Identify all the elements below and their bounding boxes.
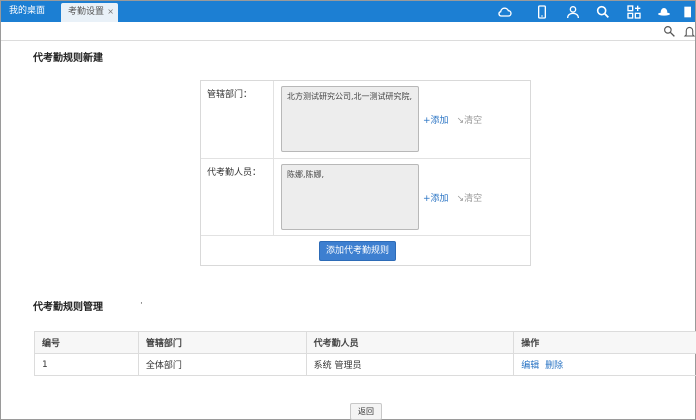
table-header-row: 编号 管辖部门 代考勤人员 操作 [34, 331, 696, 354]
person-label: 代考勤人员： [201, 159, 274, 235]
search-icon[interactable] [594, 3, 612, 20]
add-rule-button[interactable]: 添加代考勤规则 [319, 241, 396, 261]
cell-actions: 编辑 删除 [513, 353, 696, 376]
clear-icon: ↘ [456, 116, 465, 126]
back-button[interactable]: 返回 [350, 403, 382, 420]
bell-icon[interactable] [683, 25, 696, 38]
mobile-icon[interactable] [533, 3, 551, 20]
dept-add-link[interactable]: +添加 [423, 113, 449, 126]
dept-label: 管辖部门： [201, 81, 274, 158]
clear-icon: ↘ [456, 194, 465, 204]
tab-my-desktop[interactable]: 我的桌面 [9, 1, 45, 22]
user-search-icon[interactable] [663, 25, 676, 38]
cell-id: 1 [34, 353, 139, 376]
sub-toolbar [1, 22, 696, 41]
create-rule-form: 管辖部门： 北方测试研究公司,北一测试研究院, +添加 ↘清空 代考勤人员： 陈… [200, 80, 531, 266]
dept-textarea[interactable]: 北方测试研究公司,北一测试研究院, [281, 86, 419, 152]
person-textarea[interactable]: 陈娜,陈娜, [281, 164, 419, 230]
cell-person: 系统 管理员 [305, 353, 515, 376]
cloud-icon[interactable] [496, 3, 514, 20]
tab-close-icon[interactable]: × [107, 3, 114, 21]
person-row: 代考勤人员： 陈娜,陈娜, +添加 ↘清空 [201, 159, 530, 236]
delete-link[interactable]: 删除 [545, 361, 563, 371]
dept-clear-label: 清空 [464, 116, 483, 126]
overflow-icon[interactable] [681, 3, 693, 20]
edit-link[interactable]: 编辑 [521, 361, 539, 371]
dept-clear-link[interactable]: ↘清空 [457, 113, 483, 126]
rules-table: 编号 管辖部门 代考勤人员 操作 1 全体部门 系统 管理员 编辑 删除 [34, 331, 696, 376]
person-add-label: 添加 [430, 194, 449, 204]
tab-label: 考勤设置 [68, 7, 105, 17]
dept-actions: +添加 ↘清空 [423, 113, 482, 126]
cell-dept: 全体部门 [137, 353, 307, 376]
user-icon[interactable] [564, 3, 582, 20]
dept-row: 管辖部门： 北方测试研究公司,北一测试研究院, +添加 ↘清空 [201, 81, 530, 159]
table-row: 1 全体部门 系统 管理员 编辑 删除 [34, 353, 696, 376]
apps-icon[interactable] [625, 3, 643, 20]
col-header-dept: 管辖部门 [137, 331, 307, 354]
dept-add-label: 添加 [430, 116, 449, 126]
col-header-person: 代考勤人员 [305, 331, 515, 354]
add-icon: + [423, 116, 431, 126]
col-header-actions: 操作 [513, 331, 696, 354]
person-actions: +添加 ↘清空 [423, 191, 482, 204]
col-header-id: 编号 [34, 331, 139, 354]
hat-icon[interactable] [655, 3, 673, 20]
add-icon: + [423, 194, 431, 204]
top-bar: 我的桌面 考勤设置 × [1, 1, 695, 22]
person-add-link[interactable]: +添加 [423, 191, 449, 204]
tab-attendance-settings[interactable]: 考勤设置 × [61, 3, 118, 22]
person-clear-label: 清空 [464, 194, 483, 204]
manage-section-title: 代考勤规则管理 [33, 302, 103, 313]
decorative-dot: · [140, 299, 143, 309]
person-clear-link[interactable]: ↘清空 [457, 191, 483, 204]
create-section-title: 代考勤规则新建 [33, 53, 103, 64]
